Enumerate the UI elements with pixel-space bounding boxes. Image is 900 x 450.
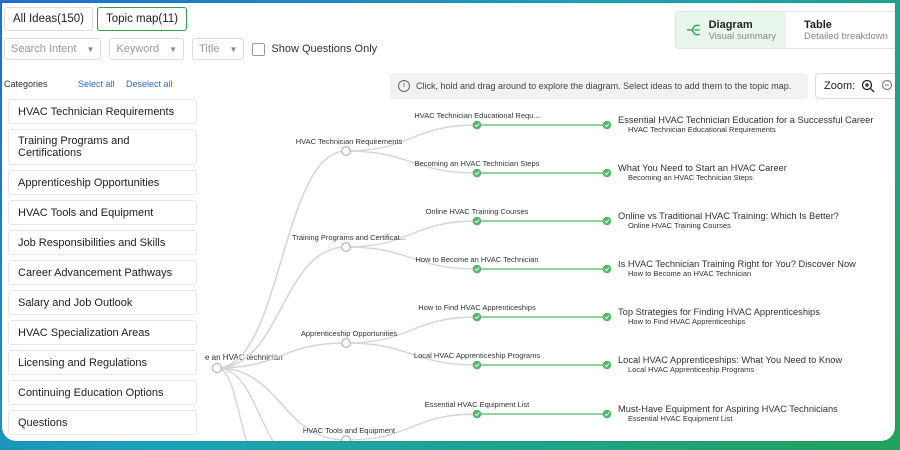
table-subtitle: Detailed breakdown (804, 30, 888, 42)
check-node[interactable] (472, 168, 482, 178)
hint-text: Click, hold and drag around to explore t… (416, 81, 792, 91)
title-label: Title (199, 43, 220, 55)
idea-subtitle: Becoming an HVAC Technician Steps (628, 173, 753, 182)
category-item[interactable]: HVAC Technician Requirements (8, 99, 197, 124)
idea-title: Local HVAC Apprenticeships: What You Nee… (618, 355, 842, 365)
subtopic-label: Essential HVAC Equipment List (425, 400, 530, 409)
branch-node[interactable] (341, 146, 351, 156)
subtopic-label: Online HVAC Training Courses (426, 207, 529, 216)
categories-heading: Categories (4, 79, 48, 89)
subtopic-label: How to Become an HVAC Technician (415, 255, 538, 264)
category-item[interactable]: Job Responsibilities and Skills (8, 230, 197, 255)
category-item[interactable]: Training Programs and Certifications (8, 129, 197, 165)
idea-subtitle: How to Find HVAC Apprenticeships (628, 317, 746, 326)
idea-subtitle: Online HVAC Training Courses (628, 221, 731, 230)
branch-node[interactable] (341, 435, 351, 441)
check-node[interactable] (602, 409, 612, 419)
window-frame: All Ideas(150) Topic map(11) Search Inte… (0, 0, 898, 446)
check-node[interactable] (472, 409, 482, 419)
info-icon: i (398, 80, 410, 92)
check-node[interactable] (472, 216, 482, 226)
tab-all-ideas[interactable]: All Ideas(150) (4, 7, 93, 31)
check-node[interactable] (602, 120, 612, 130)
category-item[interactable]: Career Advancement Pathways (8, 260, 197, 285)
check-node[interactable] (602, 360, 612, 370)
app-window: All Ideas(150) Topic map(11) Search Inte… (2, 3, 895, 441)
subtopic-label: Local HVAC Apprenticeship Programs (414, 351, 540, 360)
idea-title: Essential HVAC Technician Education for … (618, 115, 873, 125)
idea-subtitle: Essential HVAC Equipment List (628, 414, 733, 423)
chevron-down-icon: ▼ (86, 44, 95, 54)
check-node[interactable] (602, 168, 612, 178)
idea-title: Must-Have Equipment for Aspiring HVAC Te… (618, 404, 838, 414)
diagram-view-button[interactable]: Diagram Visual summary (676, 12, 786, 48)
subtopic-label: Becoming an HVAC Technician Steps (415, 159, 540, 168)
zoom-control: Zoom: (815, 73, 895, 99)
diagram-hint: i Click, hold and drag around to explore… (390, 73, 808, 99)
idea-title: Is HVAC Technician Training Right for Yo… (618, 259, 856, 269)
idea-title: What You Need to Start an HVAC Career (618, 163, 787, 173)
idea-subtitle: Local HVAC Apprenticeship Programs (628, 365, 754, 374)
checkbox[interactable] (252, 42, 266, 56)
zoom-in-icon[interactable] (861, 79, 875, 93)
check-node[interactable] (472, 360, 482, 370)
keyword-label: Keyword (116, 43, 160, 55)
root-node[interactable] (212, 363, 222, 373)
search-intent-select[interactable]: Search Intent ▼ (4, 38, 102, 60)
show-questions-label: Show Questions Only (271, 43, 378, 55)
check-node[interactable] (602, 216, 612, 226)
category-list: HVAC Technician Requirements Training Pr… (8, 99, 197, 440)
category-item[interactable]: Salary and Job Outlook (8, 290, 197, 315)
branch-label: Apprenticeship Opportunities (301, 329, 398, 338)
zoom-label: Zoom: (824, 80, 856, 92)
category-item[interactable]: Apprenticeship Opportunities (8, 170, 197, 195)
search-intent-label: Search Intent (11, 43, 77, 55)
diagram-subtitle: Visual summary (708, 30, 776, 42)
check-node[interactable] (472, 120, 482, 130)
check-node[interactable] (602, 312, 612, 322)
idea-subtitle: How to Become an HVAC Technician (628, 269, 751, 278)
title-select[interactable]: Title ▼ (192, 38, 245, 60)
table-view-button[interactable]: Table Detailed breakdown (786, 12, 895, 48)
check-node[interactable] (472, 312, 482, 322)
tab-topic-map[interactable]: Topic map(11) (96, 7, 187, 31)
category-item[interactable]: Continuing Education Options (8, 380, 197, 405)
check-node[interactable] (602, 264, 612, 274)
view-tabs: All Ideas(150) Topic map(11) (4, 7, 187, 31)
diagram-icon (686, 24, 700, 36)
branch-node[interactable] (341, 242, 351, 252)
diagram-title: Diagram (708, 18, 753, 31)
select-all-link[interactable]: Select all (78, 79, 115, 89)
map-link (216, 367, 274, 441)
branch-label: Training Programs and Certificat... (292, 233, 406, 242)
map-link (216, 246, 347, 369)
category-item[interactable]: Questions (8, 410, 197, 435)
view-switcher: Diagram Visual summary Table Detailed brea… (675, 11, 895, 49)
idea-title: Top Strategies for Finding HVAC Apprenti… (618, 307, 820, 317)
subtopic-label: HVAC Technician Educational Requ... (414, 111, 539, 120)
category-item[interactable]: HVAC Specialization Areas (8, 320, 197, 345)
subtopic-label: How to Find HVAC Apprenticeships (418, 303, 536, 312)
branch-node[interactable] (341, 338, 351, 348)
chevron-down-icon: ▼ (169, 44, 178, 54)
category-item[interactable]: HVAC Tools and Equipment (8, 200, 197, 225)
filter-bar: Search Intent ▼ Keyword ▼ Title ▼ Show Ques… (4, 38, 377, 60)
topic-map-diagram[interactable]: e an HVAC technician HVAC Technician Educ… (192, 101, 895, 441)
branch-label: HVAC Technician Requirements (296, 137, 403, 146)
branch-label: HVAC Tools and Equipment (303, 426, 396, 435)
table-title: Table (804, 18, 832, 31)
keyword-select[interactable]: Keyword ▼ (109, 38, 185, 60)
check-node[interactable] (472, 264, 482, 274)
idea-subtitle: HVAC Technician Educational Requirements (628, 125, 776, 134)
deselect-all-link[interactable]: Deselect all (126, 79, 173, 89)
chevron-down-icon: ▼ (229, 44, 238, 54)
category-item[interactable]: Licensing and Regulations (8, 350, 197, 375)
idea-title: Online vs Traditional HVAC Training: Whi… (618, 211, 839, 221)
zoom-out-icon[interactable] (881, 79, 895, 93)
root-node-label: e an HVAC technician (205, 353, 283, 362)
show-questions-toggle[interactable]: Show Questions Only (252, 42, 378, 56)
